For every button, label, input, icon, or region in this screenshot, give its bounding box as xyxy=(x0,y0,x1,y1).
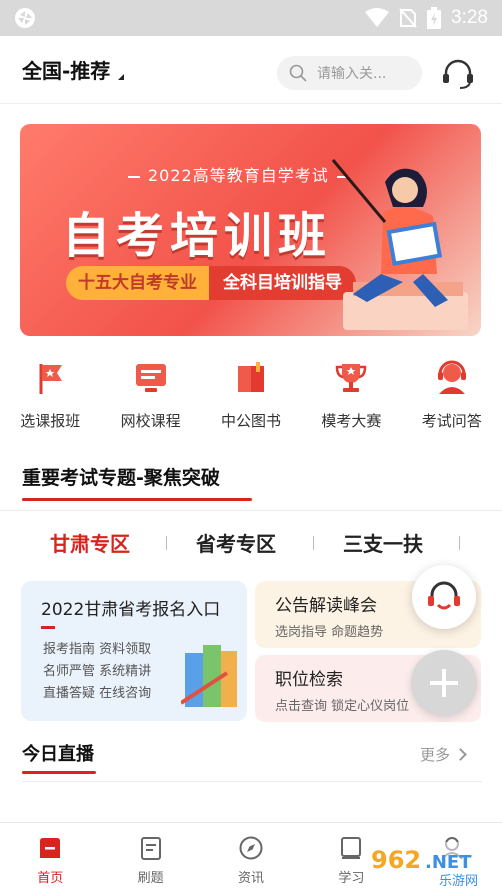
section-title-underline xyxy=(22,498,252,501)
battery-icon xyxy=(427,7,442,29)
more-link[interactable]: 更多 xyxy=(420,744,467,765)
divider xyxy=(0,510,502,511)
gansu-registration-card[interactable]: 2022甘肃省考报名入口 报考指南 资料领取 名师严管 系统精讲 直播答疑 在线… xyxy=(21,581,247,721)
study-icon xyxy=(341,837,362,859)
customer-service-icon[interactable] xyxy=(441,57,475,91)
quick-link-label: 模考大赛 xyxy=(321,412,382,430)
flag-icon xyxy=(39,364,63,394)
quick-links: 选课报班 网校课程 中公图书 模考大赛 考试问答 xyxy=(0,356,502,431)
search-icon xyxy=(289,64,307,82)
card-subtitle: 选岗指导 命题趋势 xyxy=(275,625,384,640)
monitor-icon xyxy=(135,364,166,392)
watermark-domain: .NET xyxy=(425,852,472,873)
quick-link-label: 网校课程 xyxy=(120,412,181,430)
banner-subtitle: 2022高等教育自学考试 xyxy=(120,162,357,186)
zone-tab-province[interactable]: 省考专区 xyxy=(196,528,276,557)
compass-icon xyxy=(239,836,263,860)
divider xyxy=(22,781,482,782)
card-title: 公告解读峰会 xyxy=(275,596,377,616)
card-title: 2022甘肃省考报名入口 xyxy=(41,600,221,620)
card-feature-line: 报考指南 资料领取 xyxy=(43,642,152,657)
quick-link-books[interactable]: 中公图书 xyxy=(201,356,301,431)
support-agent-icon xyxy=(437,360,466,394)
quick-link-online-courses[interactable]: 网校课程 xyxy=(100,356,200,431)
banner-tags: 十五大自考专业 全科目培训指导 xyxy=(66,266,356,300)
live-section-title: 今日直播 xyxy=(22,744,94,765)
nav-label: 学习 xyxy=(338,871,365,886)
top-header: 全国-推荐 请输入关... xyxy=(0,36,502,104)
dropdown-caret-icon xyxy=(118,74,125,80)
nav-practice[interactable]: 刷题 xyxy=(100,823,200,892)
floating-support-button[interactable] xyxy=(412,565,476,629)
reading-woman-illustration xyxy=(331,159,468,330)
card-feature-list: 报考指南 资料领取 名师严管 系统精讲 直播答疑 在线咨询 xyxy=(43,639,151,705)
card-title: 职位检索 xyxy=(275,670,343,690)
watermark-logo: 962 .NET 乐游网 xyxy=(363,842,499,889)
chevron-right-icon xyxy=(454,748,467,761)
quick-link-label: 选课报班 xyxy=(20,412,81,430)
card-feature-line: 名师严管 系统精讲 xyxy=(43,664,152,679)
card-accent-dash xyxy=(41,626,55,629)
region-selector[interactable]: 全国-推荐 xyxy=(22,55,125,84)
live-title-underline xyxy=(22,771,96,774)
card-subtitle: 点击查询 锁定心仪岗位 xyxy=(275,699,410,714)
search-bar[interactable]: 请输入关... xyxy=(277,56,422,90)
more-label: 更多 xyxy=(420,746,451,764)
home-icon xyxy=(40,838,61,858)
region-label: 全国-推荐 xyxy=(22,59,111,83)
no-sim-icon xyxy=(399,8,417,28)
floating-add-button[interactable] xyxy=(411,650,477,716)
quiz-icon xyxy=(140,837,161,860)
banner-tag-majors: 十五大自考专业 xyxy=(66,266,209,300)
promo-banner[interactable]: 2022高等教育自学考试 自考培训班 十五大自考专业 全科目培训指导 xyxy=(20,124,481,336)
headset-icon xyxy=(428,581,460,610)
zone-tabs: 甘肃专区 省考专区 三支一扶 xyxy=(0,528,502,558)
status-bar: 3:28 xyxy=(0,0,502,36)
watermark-number: 962 xyxy=(371,846,421,874)
zone-separator xyxy=(459,536,460,550)
zone-separator xyxy=(313,536,314,550)
quick-link-exam-qa[interactable]: 考试问答 xyxy=(402,356,502,431)
wifi-icon xyxy=(365,8,390,27)
quick-link-label: 考试问答 xyxy=(421,412,482,430)
books-illustration xyxy=(181,645,237,707)
trophy-icon xyxy=(336,364,367,392)
nav-label: 刷题 xyxy=(137,871,164,886)
zone-separator xyxy=(166,536,167,550)
clock: 3:28 xyxy=(451,7,488,28)
card-feature-line: 直播答疑 在线咨询 xyxy=(43,686,152,701)
nav-home[interactable]: 首页 xyxy=(0,823,100,892)
quick-link-mock-exam[interactable]: 模考大赛 xyxy=(301,356,401,431)
quick-link-select-course[interactable]: 选课报班 xyxy=(0,356,100,431)
nav-label: 首页 xyxy=(37,871,64,886)
section-title: 重要考试专题-聚焦突破 xyxy=(22,467,220,489)
nav-news[interactable]: 资讯 xyxy=(201,823,301,892)
nav-label: 资讯 xyxy=(237,871,264,886)
zone-tab-sanzhiyifu[interactable]: 三支一扶 xyxy=(343,528,423,557)
plus-icon xyxy=(430,669,458,697)
watermark-site: 乐游网 xyxy=(439,874,478,889)
quick-link-label: 中公图书 xyxy=(220,412,281,430)
app-notification-icon xyxy=(15,8,35,28)
zone-tab-gansu[interactable]: 甘肃专区 xyxy=(50,528,130,557)
book-icon xyxy=(237,362,264,392)
banner-title: 自考培训班 xyxy=(62,208,333,264)
search-placeholder: 请输入关... xyxy=(317,66,387,82)
